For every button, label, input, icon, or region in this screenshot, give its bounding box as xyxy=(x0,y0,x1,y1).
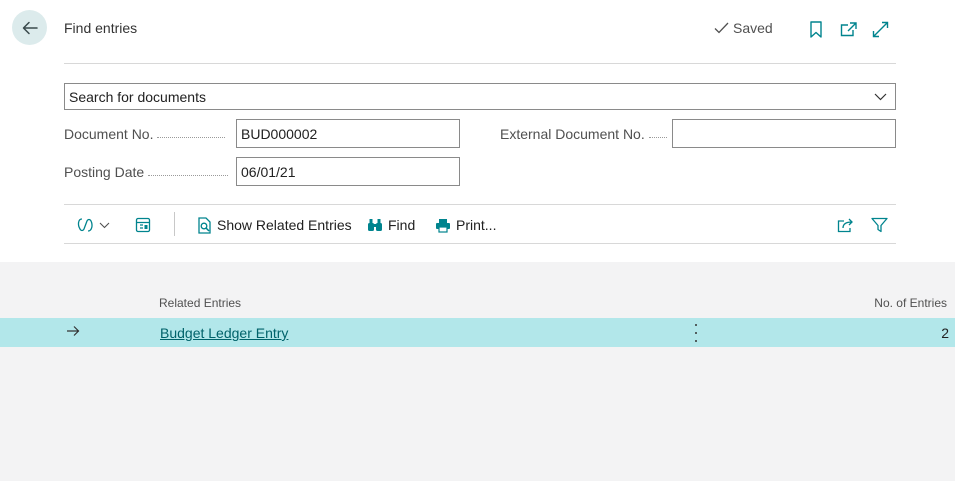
search-type-select[interactable]: Search for documents xyxy=(64,83,896,110)
chevron-down-icon xyxy=(865,93,895,101)
print-label: Print... xyxy=(456,217,497,233)
open-new-window-icon xyxy=(840,21,857,36)
copilot-icon xyxy=(77,218,93,232)
bookmark-button[interactable] xyxy=(806,19,826,39)
copilot-button[interactable] xyxy=(76,214,110,236)
saved-status: Saved xyxy=(714,20,773,36)
page-layout-button[interactable] xyxy=(135,214,151,236)
toolbar-bottom-divider xyxy=(64,243,896,244)
label-leader-dots xyxy=(157,136,226,138)
table-row[interactable]: Budget Ledger Entry 2 xyxy=(0,318,955,347)
page-title: Find entries xyxy=(64,20,138,36)
back-button[interactable] xyxy=(12,10,47,45)
find-button[interactable]: Find xyxy=(367,214,415,236)
document-search-icon xyxy=(198,216,211,234)
expand-icon xyxy=(872,21,888,37)
header-divider xyxy=(64,63,896,64)
show-related-entries-label: Show Related Entries xyxy=(217,217,352,233)
expand-button[interactable] xyxy=(870,19,890,39)
related-entry-link[interactable]: Budget Ledger Entry xyxy=(160,325,288,341)
share-button[interactable] xyxy=(837,214,854,236)
document-no-label-text: Document No. xyxy=(64,126,154,142)
column-header-no-of-entries[interactable]: No. of Entries xyxy=(874,296,947,310)
filter-icon xyxy=(871,217,888,233)
label-leader-dots xyxy=(648,136,667,138)
back-arrow-icon xyxy=(22,21,38,34)
document-no-field[interactable] xyxy=(236,119,460,148)
posting-date-field[interactable] xyxy=(236,157,460,186)
external-document-no-field[interactable] xyxy=(672,119,896,148)
toolbar-top-divider xyxy=(64,204,896,205)
more-options-icon[interactable] xyxy=(688,324,704,342)
bookmark-icon xyxy=(810,20,822,38)
label-leader-dots xyxy=(148,174,229,176)
column-header-related-entries[interactable]: Related Entries xyxy=(159,296,241,310)
open-new-window-button[interactable] xyxy=(838,19,858,39)
search-type-value: Search for documents xyxy=(69,88,206,105)
binoculars-icon xyxy=(368,219,382,231)
printer-icon xyxy=(436,218,450,233)
filter-button[interactable] xyxy=(871,214,888,236)
share-icon xyxy=(837,218,853,232)
posting-date-label-text: Posting Date xyxy=(64,164,145,180)
external-document-no-label-text: External Document No. xyxy=(500,126,645,142)
page-layout-icon xyxy=(135,217,151,233)
document-no-label: Document No. xyxy=(64,126,226,142)
show-related-entries-button[interactable]: Show Related Entries xyxy=(197,214,352,236)
row-arrow-icon xyxy=(67,326,80,336)
external-document-no-label: External Document No. xyxy=(500,126,667,142)
page-header-area: Find entries Saved Search for documents … xyxy=(0,0,955,262)
chevron-down-icon xyxy=(99,222,110,228)
no-of-entries-value[interactable]: 2 xyxy=(941,325,949,341)
saved-label: Saved xyxy=(733,20,773,36)
print-button[interactable]: Print... xyxy=(435,214,496,236)
find-label: Find xyxy=(388,217,416,233)
checkmark-icon xyxy=(714,22,729,34)
toolbar-separator xyxy=(174,212,175,236)
posting-date-label: Posting Date xyxy=(64,164,229,180)
